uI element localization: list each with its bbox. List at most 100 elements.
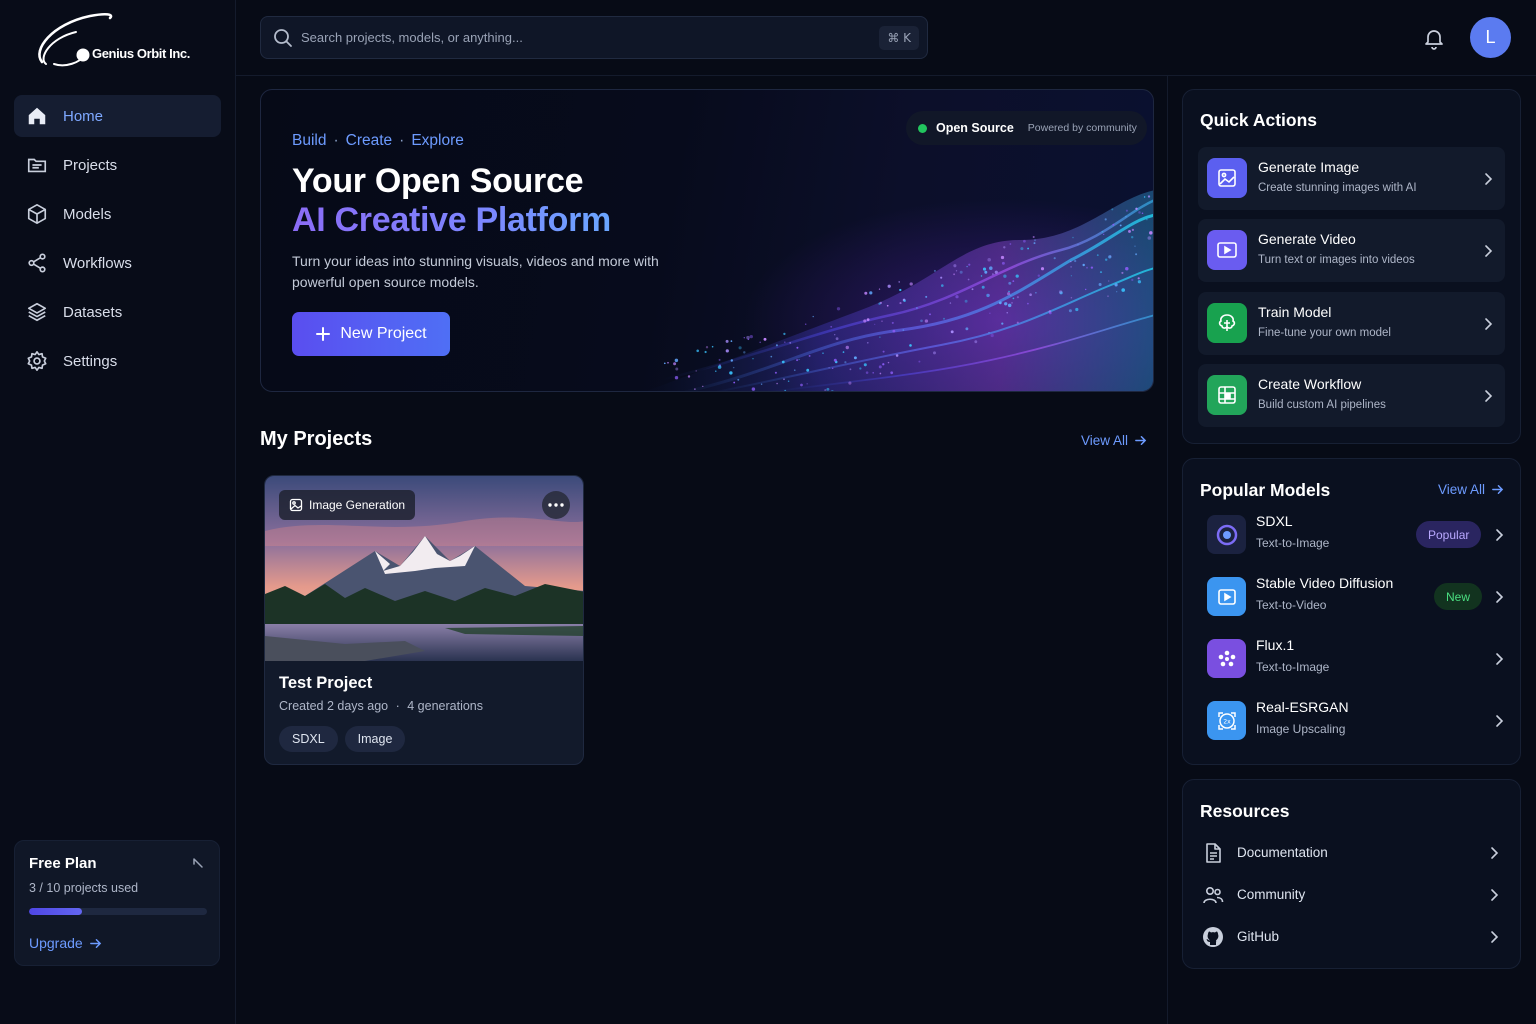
cube-icon	[26, 203, 48, 225]
new-project-button[interactable]: New Project	[292, 312, 450, 356]
sidebar-item-datasets[interactable]: Datasets	[14, 291, 221, 333]
model-item-flux[interactable]: Flux.1 Text-to-Image	[1198, 631, 1505, 687]
sidebar-item-label: Home	[63, 107, 104, 125]
chevron-right-icon	[1485, 173, 1493, 185]
sidebar-item-settings[interactable]: Settings	[14, 340, 221, 382]
hero-title-line2: AI Creative Platform	[292, 201, 611, 239]
search-shortcut-hint: ⌘ K	[879, 26, 919, 50]
sidebar-item-label: Datasets	[63, 303, 123, 321]
search-bar[interactable]: ⌘ K	[260, 16, 928, 59]
home-icon	[26, 105, 48, 127]
sidebar-item-label: Workflows	[63, 254, 132, 272]
video-icon	[1207, 230, 1247, 270]
quick-action-subtitle: Turn text or images into videos	[1258, 254, 1415, 266]
plus-icon	[316, 327, 331, 341]
model-item-real-esrgan[interactable]: 2x Real-ESRGAN Image Upscaling	[1198, 693, 1505, 749]
chevron-right-icon	[1491, 847, 1499, 859]
brand-logo[interactable]: Genius Orbit Inc.	[32, 10, 202, 72]
quick-action-generate-video[interactable]: Generate Video Turn text or images into …	[1198, 219, 1505, 282]
quick-action-generate-image[interactable]: Generate Image Create stunning images wi…	[1198, 147, 1505, 210]
chevron-right-icon	[1496, 715, 1504, 727]
view-all-label: View All	[1438, 482, 1486, 497]
image-icon	[1207, 158, 1247, 198]
plan-usage-bar	[29, 908, 207, 915]
search-input[interactable]	[301, 17, 861, 58]
resources-panel: Resources Documentation Community GitHub	[1182, 779, 1521, 969]
resource-community[interactable]: Community	[1200, 880, 1505, 910]
more-horizontal-icon	[548, 503, 564, 507]
view-all-label: View All	[1081, 433, 1129, 448]
sidebar-item-home[interactable]: Home	[14, 95, 221, 137]
quick-action-title: Create Workflow	[1258, 376, 1362, 392]
model-name: Flux.1	[1256, 637, 1295, 653]
search-icon	[274, 29, 292, 47]
popular-models-title: Popular Models	[1200, 480, 1331, 500]
resource-label: GitHub	[1237, 929, 1280, 944]
model-name: Real-ESRGAN	[1256, 699, 1349, 715]
hero-eyebrow: Build · Create · Explore	[292, 132, 464, 150]
meta-separator: ·	[395, 699, 400, 713]
column-divider	[1167, 76, 1168, 1024]
project-title: Test Project	[279, 674, 373, 692]
sidebar-item-models[interactable]: Models	[14, 193, 221, 235]
plan-card: Free Plan 3 / 10 projects used Upgrade	[14, 840, 220, 966]
model-item-sdxl[interactable]: SDXL Text-to-Image Popular	[1198, 507, 1505, 563]
popular-badge: Popular	[1416, 521, 1482, 548]
project-more-button[interactable]	[542, 491, 570, 519]
sidebar-item-label: Models	[63, 205, 112, 223]
resource-documentation[interactable]: Documentation	[1200, 838, 1505, 868]
upgrade-link[interactable]: Upgrade	[29, 935, 102, 951]
app-root: Genius Orbit Inc. Home Projects Models W…	[0, 0, 1536, 1024]
resource-label: Community	[1237, 887, 1306, 902]
quick-action-train-model[interactable]: Train Model Fine-tune your own model	[1198, 292, 1505, 355]
upgrade-label: Upgrade	[29, 935, 83, 951]
project-chips: SDXL Image	[279, 726, 406, 752]
quick-action-title: Train Model	[1258, 304, 1332, 320]
models-view-all-link[interactable]: View All	[1438, 482, 1504, 497]
resource-github[interactable]: GitHub	[1200, 922, 1505, 952]
upscale-icon: 2x	[1207, 701, 1246, 740]
eyebrow-separator: ·	[399, 132, 405, 149]
model-type: Text-to-Video	[1256, 598, 1327, 612]
layers-icon	[26, 301, 48, 323]
sidebar-item-projects[interactable]: Projects	[14, 144, 221, 186]
resources-title: Resources	[1200, 801, 1290, 821]
plan-usage-bar-fill	[29, 908, 83, 915]
chevron-right-icon	[1485, 318, 1493, 330]
eyebrow-separator: ·	[333, 132, 339, 149]
folder-icon	[26, 154, 48, 176]
notifications-button[interactable]	[1422, 26, 1446, 50]
hero-banner: Open Source Powered by community Build ·…	[260, 89, 1154, 392]
project-type-tag: Image Generation	[279, 490, 416, 520]
quick-actions-title: Quick Actions	[1200, 110, 1318, 130]
projects-view-all-link[interactable]: View All	[1081, 433, 1147, 448]
document-icon	[1206, 843, 1221, 863]
chip-type: Image	[344, 726, 406, 752]
popular-models-panel: Popular Models View All SDXL Text-to-Ima…	[1182, 458, 1521, 765]
model-type: Image Upscaling	[1256, 722, 1346, 736]
open-source-label: Open Source	[936, 121, 1014, 135]
quick-action-title: Generate Image	[1258, 159, 1360, 175]
svg-text:2x: 2x	[1223, 718, 1231, 725]
sidebar-item-workflows[interactable]: Workflows	[14, 242, 221, 284]
project-type-label: Image Generation	[309, 498, 406, 512]
new-badge: New	[1434, 583, 1483, 610]
user-avatar[interactable]: L	[1470, 17, 1511, 58]
quick-action-create-workflow[interactable]: Create Workflow Build custom AI pipeline…	[1198, 364, 1505, 427]
plan-title: Free Plan	[29, 855, 97, 872]
video-play-icon	[1207, 577, 1246, 616]
chevron-right-icon	[1496, 653, 1504, 665]
powered-by-label: Powered by community	[1027, 122, 1137, 134]
hero-description: Turn your ideas into stunning visuals, v…	[292, 253, 659, 290]
sidebar: Genius Orbit Inc. Home Projects Models W…	[0, 0, 236, 1024]
model-item-stable-video-diffusion[interactable]: Stable Video Diffusion Text-to-Video New	[1198, 569, 1505, 625]
project-card[interactable]: Image Generation Test Project Created 2 …	[264, 475, 584, 765]
users-icon	[1203, 886, 1224, 904]
project-meta: Created 2 days ago · 4 generations	[279, 699, 483, 713]
collapse-icon[interactable]	[191, 856, 205, 870]
model-name: Stable Video Diffusion	[1256, 575, 1394, 591]
topbar: ⌘ K L	[236, 0, 1536, 76]
sidebar-nav: Home Projects Models Workflows Datasets …	[14, 95, 221, 389]
quick-action-subtitle: Build custom AI pipelines	[1258, 399, 1386, 411]
arrow-right-icon	[1492, 485, 1504, 494]
